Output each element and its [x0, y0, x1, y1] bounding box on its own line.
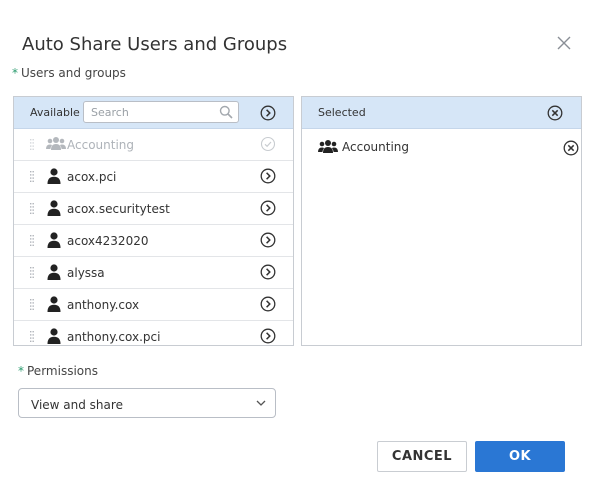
available-list: Accounting acox.pci acox.securitytest ac…	[14, 129, 293, 345]
add-item-button[interactable]	[260, 296, 276, 312]
add-item-button[interactable]	[260, 200, 276, 216]
list-item-label: acox.securitytest	[67, 202, 170, 216]
user-icon	[47, 328, 61, 344]
selected-header: Selected	[302, 97, 581, 129]
list-item-label: anthony.cox	[67, 298, 140, 312]
permissions-label: * Permissions	[18, 364, 98, 378]
list-item[interactable]: acox.securitytest	[14, 193, 293, 225]
drag-handle-icon[interactable]	[30, 171, 34, 182]
group-icon	[318, 140, 338, 153]
list-item[interactable]: alyssa	[14, 257, 293, 289]
user-icon	[47, 296, 61, 312]
required-marker: *	[18, 364, 24, 378]
list-item-label: alyssa	[67, 266, 105, 280]
list-item: Accounting	[14, 129, 293, 161]
drag-handle-icon[interactable]	[30, 299, 34, 310]
add-item-button[interactable]	[260, 328, 276, 344]
list-item-label: acox.pci	[67, 170, 117, 184]
available-header: Available	[14, 97, 293, 129]
available-header-label: Available	[30, 106, 80, 119]
permissions-select-value: View and share	[31, 398, 123, 412]
drag-handle-icon[interactable]	[30, 267, 34, 278]
user-icon	[47, 264, 61, 280]
list-item-label: acox4232020	[67, 234, 149, 248]
remove-all-button[interactable]	[547, 105, 563, 121]
list-item[interactable]: anthony.cox	[14, 289, 293, 321]
users-groups-label: * Users and groups	[12, 66, 126, 80]
list-item[interactable]: acox.pci	[14, 161, 293, 193]
add-item-button[interactable]	[260, 232, 276, 248]
drag-handle-icon[interactable]	[30, 331, 34, 342]
add-item-button[interactable]	[260, 264, 276, 280]
search-field[interactable]	[83, 101, 239, 123]
list-item[interactable]: acox4232020	[14, 225, 293, 257]
drag-handle-icon[interactable]	[30, 235, 34, 246]
chevron-down-icon	[256, 400, 266, 406]
selected-item-label: Accounting	[342, 140, 410, 154]
add-item-button[interactable]	[260, 168, 276, 184]
cancel-button[interactable]: CANCEL	[377, 441, 467, 472]
check-circle-icon	[260, 136, 276, 152]
list-item-label: anthony.cox.pci	[67, 330, 161, 344]
available-panel: Available Accounting	[13, 96, 294, 346]
list-item-label: Accounting	[67, 138, 135, 152]
user-icon	[47, 200, 61, 216]
remove-item-button[interactable]	[563, 140, 579, 156]
ok-button[interactable]: OK	[475, 441, 565, 472]
add-all-button[interactable]	[260, 105, 276, 121]
list-item[interactable]: anthony.cox.pci	[14, 321, 293, 345]
close-icon[interactable]	[556, 35, 572, 51]
selected-header-label: Selected	[318, 106, 366, 119]
search-input[interactable]	[91, 105, 211, 120]
user-icon	[47, 168, 61, 184]
required-marker: *	[12, 66, 18, 80]
permissions-select[interactable]: View and share	[18, 388, 276, 418]
user-icon	[47, 232, 61, 248]
dialog-title: Auto Share Users and Groups	[22, 34, 288, 55]
selected-item: Accounting	[318, 139, 581, 156]
selected-panel: Selected Accounting	[301, 96, 582, 346]
group-icon	[46, 137, 66, 150]
drag-handle-icon[interactable]	[30, 203, 34, 214]
search-icon	[219, 105, 233, 119]
drag-handle-icon	[30, 139, 34, 150]
